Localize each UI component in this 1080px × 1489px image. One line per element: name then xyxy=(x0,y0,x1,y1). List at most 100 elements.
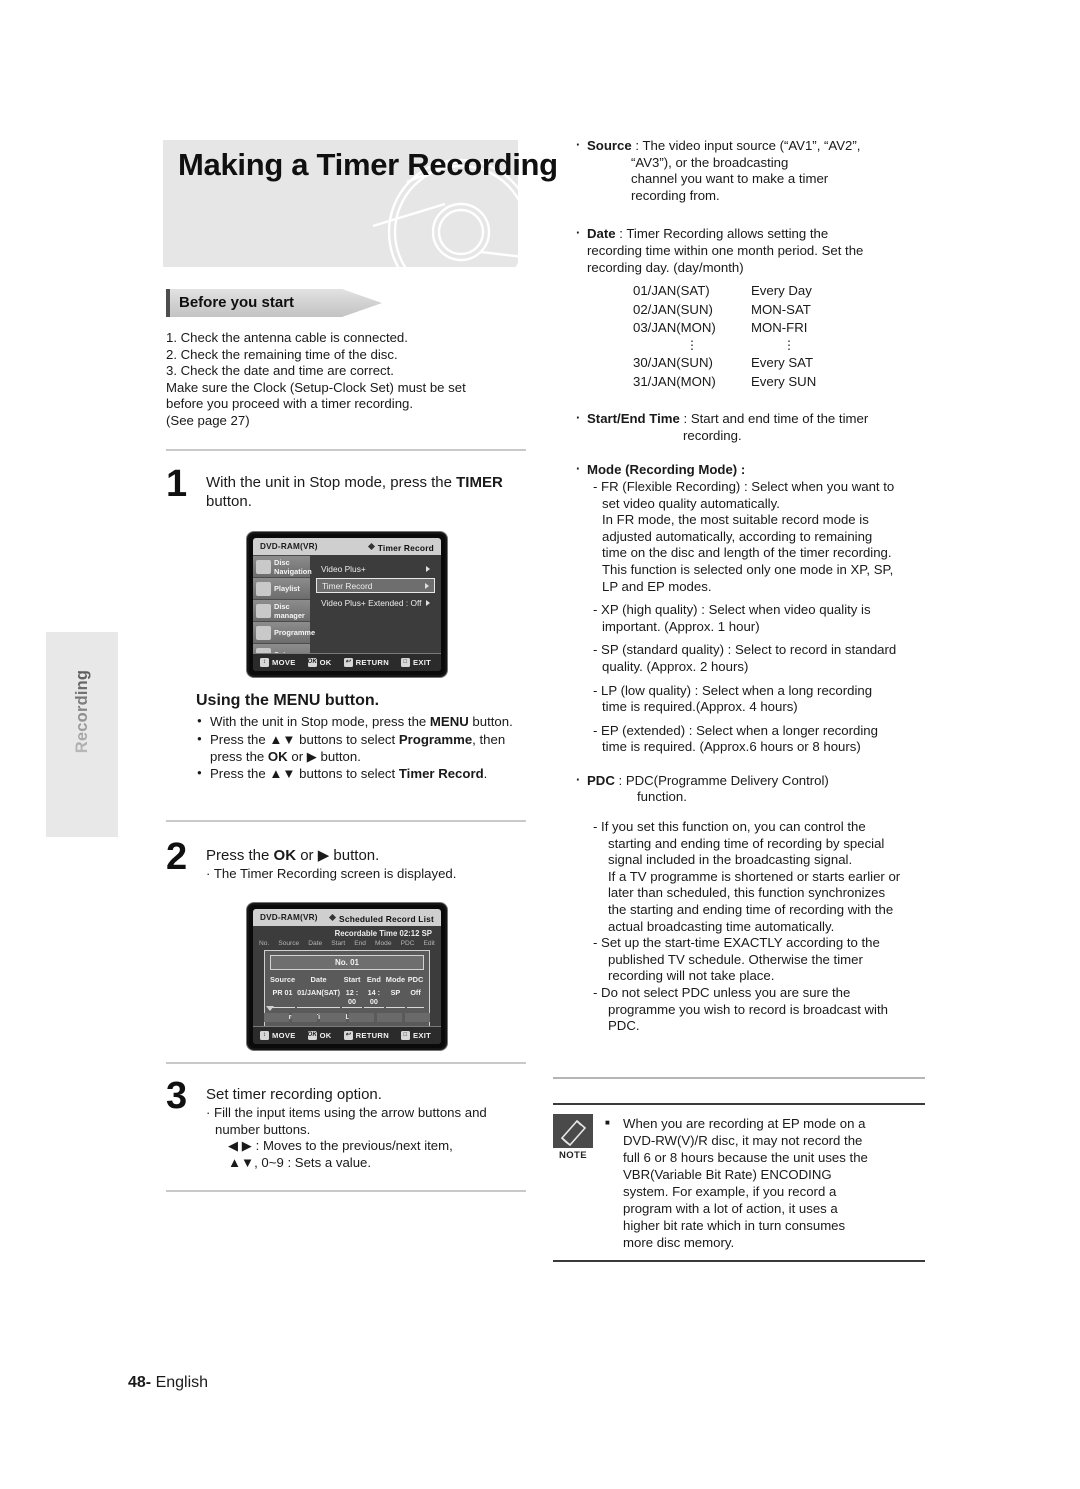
osd-key-exit-label: EXIT xyxy=(413,658,432,667)
note-label: NOTE xyxy=(559,1150,587,1161)
osd-key-ok[interactable]: OK OK xyxy=(307,1031,332,1040)
osd-menu-footer: ↕ MOVE OK OK ↩ RETURN □ EXIT xyxy=(253,653,441,671)
ok-key-icon: OK xyxy=(307,658,318,667)
move-key-icon: ↕ xyxy=(260,1031,269,1040)
osd-key-exit[interactable]: □ EXIT xyxy=(401,658,431,667)
using-the-menu-button-section: Using the MENU button. With the unit in … xyxy=(196,692,526,784)
osd-key-exit[interactable]: □ EXIT xyxy=(401,1031,431,1040)
entry-pdc-item-8: - Set up the start-time EXACTLY accordin… xyxy=(593,935,880,951)
osd-sched-value-mode[interactable]: SP xyxy=(385,988,406,1008)
pencil-icon xyxy=(553,1114,593,1148)
entry-pdc-item-6: the starting and ending time of recordin… xyxy=(608,902,894,918)
entry-mode-fr-1: - FR (Flexible Recording) : Select when … xyxy=(593,478,895,494)
osd-sched-key-move-label: MOVE xyxy=(272,1031,296,1040)
osd-menu-screen-title: Timer Record xyxy=(377,542,434,553)
date-row: 31/JAN(MON) Every SUN xyxy=(633,373,925,391)
step-2-sub: · The Timer Recording screen is displaye… xyxy=(206,866,457,881)
menu-bullet-1-c: button. xyxy=(468,714,513,729)
return-key-icon: ↩ xyxy=(343,1031,353,1040)
note-line-5: system. For example, if you record a xyxy=(623,1184,837,1199)
entry-mode-fr-4: adjusted automatically, according to rem… xyxy=(602,528,873,544)
osd-key-move[interactable]: ↕ MOVE xyxy=(260,658,296,667)
entry-source-sep: : xyxy=(631,138,643,153)
osd-sched-empty-rows xyxy=(264,1013,431,1022)
date-row-ellipsis: ⋮ ⋮ xyxy=(633,338,925,352)
entry-pdc-item-10: recording will not take place. xyxy=(608,968,775,984)
osd-sched-value-end[interactable]: 14 : 00 xyxy=(363,988,384,1008)
entry-pdc-item-2: starting and ending time of recording by… xyxy=(608,835,885,851)
osd-key-ok[interactable]: OK OK xyxy=(307,658,332,667)
osd-menu-item-timer-record[interactable]: Timer Record xyxy=(316,578,435,593)
osd-sched-hdr-7: Edit xyxy=(423,940,435,947)
osd-sched-value-date[interactable]: 01/JAN(SAT) xyxy=(297,988,341,1008)
programme-icon xyxy=(256,625,271,640)
entry-pdc-item-5: later than scheduled, this function sync… xyxy=(608,885,886,901)
step-3-sub-4: ▲▼, 0~9 : Sets a value. xyxy=(228,1154,372,1170)
osd-sched-value-start[interactable]: 12 : 00 xyxy=(342,988,362,1008)
osd-tab-disc-navigation[interactable]: Disc Navigation xyxy=(253,556,312,577)
entry-pdc-term: PDC xyxy=(587,772,615,788)
osd-sched-key-exit-label: EXIT xyxy=(413,1031,432,1040)
step-3-sub-3: ◀ ▶ : Moves to the previous/next item, xyxy=(228,1138,453,1154)
date-examples-table: 01/JAN(SAT) Every Day 02/JAN(SUN) MON-SAT … xyxy=(633,282,925,391)
osd-sched-col-4: Mode xyxy=(385,975,406,984)
menu-bullet-2-a: Press the xyxy=(210,731,270,747)
osd-menu-item-video-plus-extended[interactable]: Video Plus+ Extended : Off xyxy=(316,595,435,610)
entry-pdc-sep: : xyxy=(614,772,626,788)
entry-date-sep: : xyxy=(615,226,627,242)
osd-sched-disc-label: DVD-RAM(VR) xyxy=(260,913,318,922)
osd-sched-dialog-no: No. 01 xyxy=(270,955,424,970)
right-column: Source : The video input source (“AV1”, … xyxy=(575,137,925,1035)
note-bottom-rule xyxy=(553,1260,925,1262)
entry-pdc-line-2: function. xyxy=(637,789,687,805)
step-2-number: 2 xyxy=(166,836,188,878)
section-side-tab: Recording xyxy=(46,632,118,837)
banner-accent-bar xyxy=(166,289,170,317)
osd-sched-inner: DVD-RAM(VR) Scheduled Record List Record… xyxy=(253,909,441,1044)
step-3-title: Set timer recording option. xyxy=(206,1086,382,1103)
footer-language: English xyxy=(155,1374,209,1391)
entry-date-line-2: recording time within one month period. … xyxy=(587,242,864,258)
entry-mode-fr-5: time on the disc and length of the timer… xyxy=(602,545,892,561)
menu-bullet-3-e: . xyxy=(483,766,488,782)
note-content: NOTE When you are recording at EP mode o… xyxy=(553,1105,925,1251)
entry-mode-lp-2: time is required.(Approx. 4 hours) xyxy=(602,699,798,715)
step-3-sub-1: · Fill the input items using the arrow b… xyxy=(206,1105,487,1120)
menu-bullet-1: With the unit in Stop mode, press the ME… xyxy=(196,713,526,731)
osd-sched-hdr-6: PDC xyxy=(400,940,415,947)
entry-pdc-item-11: - Do not select PDC unless you are sure … xyxy=(593,985,851,1000)
entry-pdc-item-12: programme you wish to record is broadcas… xyxy=(608,1001,888,1017)
osd-key-return[interactable]: ↩ RETURN xyxy=(343,1031,389,1040)
osd-menu-item-video-plus[interactable]: Video Plus+ xyxy=(316,561,435,576)
entry-pdc: PDC : PDC(Programme Delivery Control) xyxy=(575,772,925,790)
osd-tab-label-3: Programme xyxy=(274,628,316,637)
left-column: 1. Check the antenna cable is connected.… xyxy=(166,330,526,512)
entry-mode-lp-1: - LP (low quality) : Select when a long … xyxy=(593,682,873,698)
osd-sched-hdr-5: Mode xyxy=(375,940,392,947)
osd-key-return[interactable]: ↩ RETURN xyxy=(343,658,389,667)
date-cell-repeat-4: Every SAT xyxy=(751,355,814,371)
note-line-4: VBR(Variable Bit Rate) ENCODING xyxy=(623,1167,832,1182)
menu-bullet-3: Press the ▲▼ buttons to select Timer Rec… xyxy=(196,765,526,783)
date-row: 03/JAN(MON) MON-FRI xyxy=(633,319,925,337)
entry-pdc-item-3: signal included in the broadcasting sign… xyxy=(608,852,853,868)
disc-navigation-icon xyxy=(256,559,271,574)
osd-sched-empty-cell xyxy=(348,1013,374,1022)
osd-tab-disc-manager[interactable]: Disc manager xyxy=(253,600,310,621)
osd-sched-value-source[interactable]: PR 01 xyxy=(270,988,296,1008)
entry-mode-fr-3: In FR mode, the most suitable record mod… xyxy=(602,512,869,528)
osd-key-move[interactable]: ↕ MOVE xyxy=(260,1031,296,1040)
osd-sched-screen-title: Scheduled Record List xyxy=(339,913,434,924)
footer-page-number: 48- xyxy=(128,1374,152,1391)
scroll-down-icon[interactable] xyxy=(266,1006,274,1011)
osd-sched-hdr-0: No. xyxy=(259,940,270,947)
entry-pdc-item-1: - If you set this function on, you can c… xyxy=(593,819,866,835)
osd-tab-programme[interactable]: Programme xyxy=(253,622,315,643)
date-cell-day-2: 03/JAN(MON) xyxy=(633,319,716,335)
osd-sched-empty-cell xyxy=(320,1013,346,1022)
osd-sched-value-pdc[interactable]: Off xyxy=(407,988,424,1008)
osd-tab-playlist[interactable]: Playlist xyxy=(253,578,310,599)
osd-sched-col-3: End xyxy=(366,975,381,984)
before-you-start-line-2: 2. Check the remaining time of the disc. xyxy=(166,346,398,362)
osd-menu-disc-label: DVD-RAM(VR) xyxy=(260,542,318,551)
